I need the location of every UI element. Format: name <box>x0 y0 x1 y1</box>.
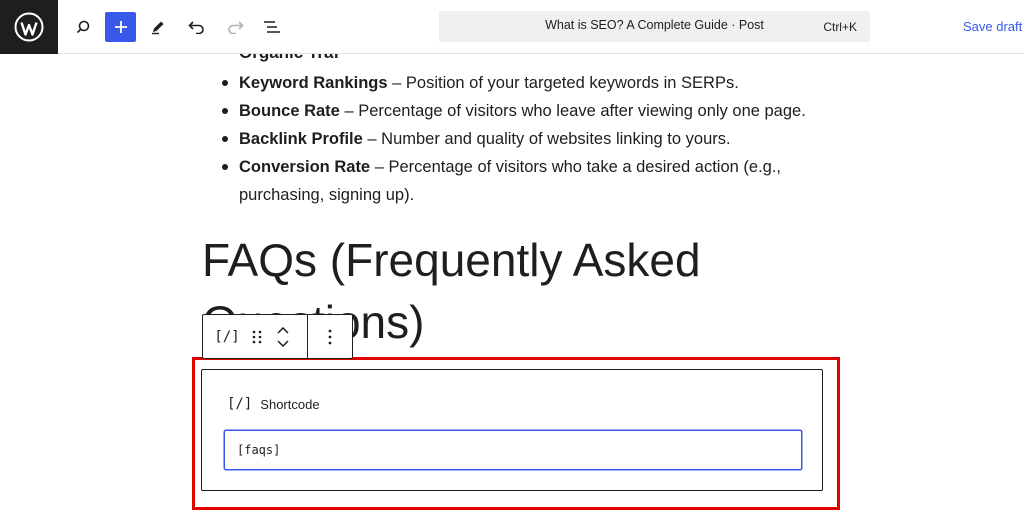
shortcode-block-icon: [/] <box>227 396 253 412</box>
list-item[interactable]: Conversion Rate – Percentage of visitors… <box>222 153 839 209</box>
command-shortcut: Ctrl+K <box>823 20 857 34</box>
toolbar-divider <box>307 315 308 358</box>
move-down-icon[interactable] <box>277 339 289 347</box>
metrics-list: Keyword Rankings – Position of your targ… <box>222 69 839 209</box>
undo-icon[interactable] <box>181 11 213 43</box>
command-palette-bar[interactable]: What is SEO? A Complete Guide · Post Ctr… <box>439 11 870 42</box>
list-item[interactable]: Bounce Rate – Percentage of visitors who… <box>222 97 839 125</box>
shortcode-block[interactable]: [/] Shortcode <box>201 369 823 491</box>
document-title: What is SEO? A Complete Guide · Post <box>545 18 764 32</box>
shortcode-label: Shortcode <box>260 396 320 412</box>
more-options-icon[interactable] <box>315 315 345 358</box>
list-item[interactable]: Backlink Profile – Number and quality of… <box>222 125 839 153</box>
edit-pen-icon[interactable] <box>142 11 174 43</box>
move-arrows <box>273 315 293 358</box>
editor-canvas: Organic Traf Keyword Rankings – Position… <box>0 0 1024 512</box>
add-block-button[interactable] <box>105 12 136 42</box>
drag-handle-icon[interactable] <box>247 315 267 358</box>
search-icon[interactable] <box>67 11 99 43</box>
list-item[interactable]: Keyword Rankings – Position of your targ… <box>222 69 839 97</box>
shortcode-label-row: [/] Shortcode <box>227 396 320 412</box>
document-overview-icon[interactable] <box>256 11 288 43</box>
editor-header: What is SEO? A Complete Guide · Post Ctr… <box>0 0 1024 54</box>
redo-icon[interactable] <box>219 11 251 43</box>
move-up-icon[interactable] <box>277 326 289 334</box>
shortcode-icon[interactable]: [/] <box>209 315 245 358</box>
save-draft-button[interactable]: Save draft <box>963 19 1022 34</box>
add-block-icon <box>114 21 127 33</box>
shortcode-input[interactable] <box>224 430 802 470</box>
block-toolbar: [/] <box>202 314 353 359</box>
wordpress-logo[interactable] <box>0 0 58 54</box>
